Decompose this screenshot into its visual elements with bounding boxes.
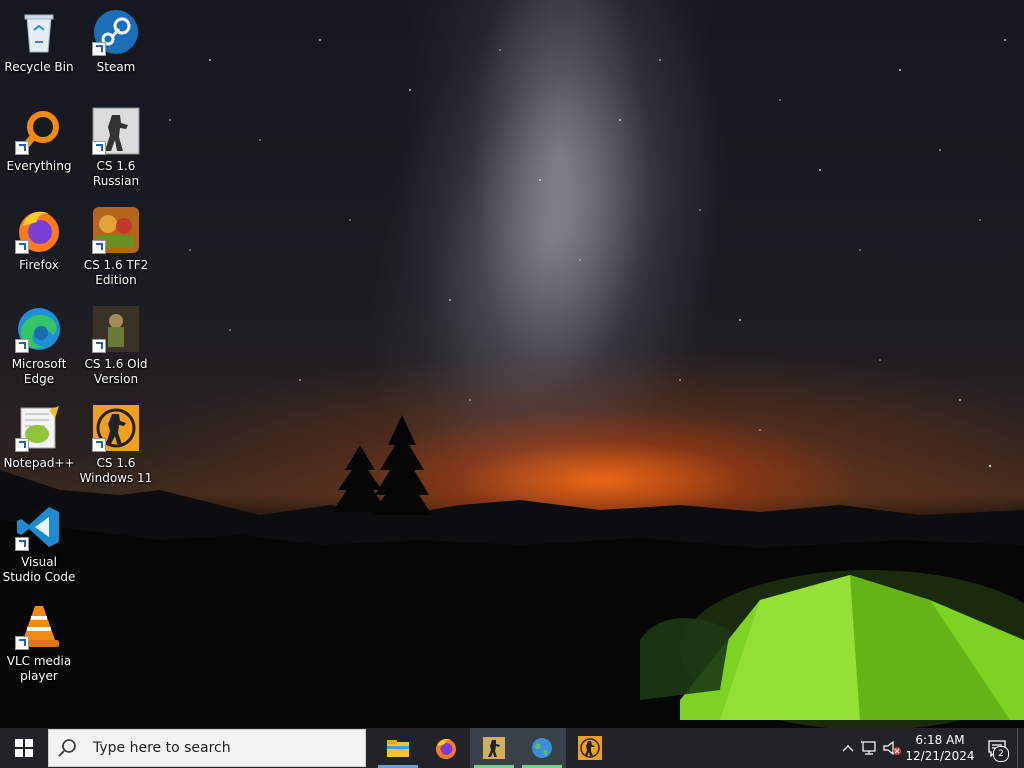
file-explorer-icon	[387, 740, 409, 757]
desktop-icon-steam[interactable]: Steam	[78, 2, 154, 75]
vlc-icon	[15, 602, 63, 650]
taskbar: Type here to search 6:18 AM 12/21/2024 2	[0, 728, 1024, 768]
shortcut-arrow-icon	[92, 42, 106, 56]
recycle-bin-icon	[15, 8, 63, 56]
taskbar-search-box[interactable]: Type here to search	[48, 729, 366, 767]
shortcut-arrow-icon	[92, 141, 106, 155]
taskbar-app-browser[interactable]	[518, 728, 566, 768]
taskbar-clock[interactable]: 6:18 AM 12/21/2024	[903, 732, 977, 764]
desktop-icon-label: Firefox	[19, 258, 59, 272]
search-icon	[58, 739, 76, 757]
volume-muted-icon	[883, 740, 901, 756]
desktop-icon-recycle-bin[interactable]: Recycle Bin	[1, 2, 77, 75]
chevron-up-icon	[842, 745, 854, 752]
desktop-icon-label: CS 1.6 Windows 11	[79, 456, 153, 485]
desktop-icon-label: Visual Studio Code	[2, 555, 76, 584]
shortcut-arrow-icon	[92, 240, 106, 254]
action-center-button[interactable]: 2	[977, 728, 1017, 768]
volume-tray-button[interactable]	[881, 728, 903, 768]
desktop-icon-label: Notepad++	[3, 456, 75, 470]
shortcut-arrow-icon	[15, 537, 29, 551]
desktop-icon-label: CS 1.6 Old Version	[84, 357, 148, 386]
shortcut-arrow-icon	[15, 438, 29, 452]
desktop-icon-firefox[interactable]: Firefox	[1, 200, 77, 273]
notepad-plus-plus-icon	[15, 404, 63, 452]
desktop-icon-cs-old[interactable]: CS 1.6 Old Version	[78, 299, 154, 387]
firefox-icon	[436, 738, 456, 759]
desktop-icon-label: Steam	[96, 60, 136, 74]
taskbar-app-counter-strike[interactable]	[566, 728, 614, 768]
network-icon	[861, 740, 876, 755]
firefox-icon	[15, 206, 63, 254]
search-placeholder: Type here to search	[93, 740, 231, 756]
taskbar-app-firefox[interactable]	[422, 728, 470, 768]
edge-icon	[15, 305, 63, 353]
windows-logo-icon	[15, 739, 33, 757]
counter-strike-tf2-icon	[92, 206, 140, 254]
desktop-icon-label: VLC media player	[6, 654, 72, 683]
shortcut-arrow-icon	[15, 240, 29, 254]
globe-icon	[532, 738, 552, 758]
desktop-icon-cs-win11[interactable]: CS 1.6 Windows 11	[78, 398, 154, 486]
shortcut-arrow-icon	[92, 438, 106, 452]
counter-strike-old-icon	[92, 305, 140, 353]
clock-date: 12/21/2024	[905, 749, 975, 763]
desktop-icon-cs-tf2[interactable]: CS 1.6 TF2 Edition	[78, 200, 154, 288]
start-button[interactable]	[0, 728, 48, 768]
notification-count-badge: 2	[993, 746, 1009, 762]
taskbar-app-cs16[interactable]	[470, 728, 518, 768]
network-tray-button[interactable]	[859, 728, 881, 768]
counter-strike-icon	[483, 737, 505, 759]
show-desktop-button[interactable]	[1017, 728, 1024, 768]
desktop-icon-label: CS 1.6 Russian	[92, 159, 140, 188]
steam-icon	[92, 8, 140, 56]
shortcut-arrow-icon	[15, 141, 29, 155]
taskbar-app-file-explorer[interactable]	[374, 728, 422, 768]
desktop-icon-label: Recycle Bin	[4, 60, 74, 74]
clock-time: 6:18 AM	[915, 733, 965, 747]
desktop-icon-cs-russian[interactable]: CS 1.6 Russian	[78, 101, 154, 189]
desktop-icon-label: Everything	[6, 159, 72, 173]
show-hidden-icons-button[interactable]	[837, 728, 859, 768]
shortcut-arrow-icon	[15, 636, 29, 650]
desktop-icon-edge[interactable]: Microsoft Edge	[1, 299, 77, 387]
desktop-icon-vlc[interactable]: VLC media player	[1, 596, 77, 684]
shortcut-arrow-icon	[92, 339, 106, 353]
counter-strike-win11-icon	[92, 404, 140, 452]
vscode-icon	[15, 503, 63, 551]
desktop-icon-everything[interactable]: Everything	[1, 101, 77, 174]
desktop-icon-notepad-plus-plus[interactable]: Notepad++	[1, 398, 77, 471]
desktop-icon-label: CS 1.6 TF2 Edition	[83, 258, 149, 287]
counter-strike-icon	[92, 107, 140, 155]
everything-search-icon	[15, 107, 63, 155]
counter-strike-logo-icon	[578, 736, 602, 760]
system-tray: 6:18 AM 12/21/2024 2	[837, 728, 1024, 768]
shortcut-arrow-icon	[15, 339, 29, 353]
desktop-icon-label: Microsoft Edge	[11, 357, 67, 386]
desktop-icon-vscode[interactable]: Visual Studio Code	[1, 497, 77, 585]
